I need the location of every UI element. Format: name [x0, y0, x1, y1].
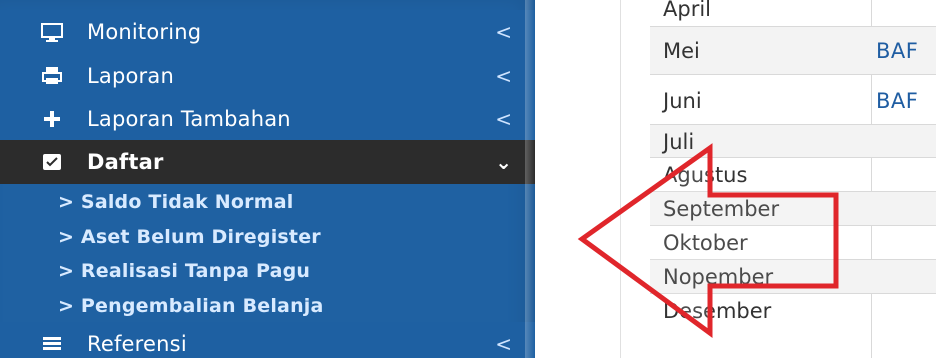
sidebar-item-label: Referensi: [87, 332, 187, 356]
submenu-item-aset-belum-diregister[interactable]: > Aset Belum Diregister: [0, 219, 535, 255]
chevron-left-icon: <: [495, 107, 512, 131]
check-square-icon-svg: [43, 154, 61, 170]
printer-icon-svg: [42, 67, 62, 84]
page: { "sidebar": { "items": [ { "label": "Mo…: [0, 0, 936, 358]
chevron-down-icon: ⌄: [495, 150, 512, 174]
table-row: Oktober: [650, 225, 936, 259]
sidebar-item-label: Monitoring: [87, 20, 202, 44]
month-table: April Mei BAF Juni BAF Juli Agustus Sept…: [620, 0, 936, 358]
table-row: September: [650, 191, 936, 225]
submenu-item-realisasi-tanpa-pagu[interactable]: > Realisasi Tanpa Pagu: [0, 253, 535, 289]
chevron-left-icon: <: [495, 64, 512, 88]
submenu-item-label: > Aset Belum Diregister: [58, 226, 321, 248]
plus-icon: [38, 97, 66, 141]
sidebar-item-label: Laporan Tambahan: [87, 107, 291, 131]
chevron-left-icon: <: [495, 20, 512, 44]
month-cell: September: [663, 197, 780, 221]
month-cell: Nopember: [663, 265, 774, 289]
document-link[interactable]: BAF: [876, 89, 918, 113]
printer-icon: [38, 54, 66, 98]
document-link[interactable]: BAF: [876, 39, 918, 63]
table-row: April: [650, 0, 936, 26]
sidebar-item-laporan[interactable]: Laporan <: [0, 54, 535, 98]
monitor-icon-svg: [41, 23, 63, 42]
submenu-item-saldo-tidak-normal[interactable]: > Saldo Tidak Normal: [0, 184, 535, 220]
submenu-item-label: > Saldo Tidak Normal: [58, 191, 294, 213]
month-cell: Oktober: [663, 231, 748, 255]
list-icon-svg: [43, 337, 61, 350]
month-cell: Desember: [663, 299, 772, 323]
table-row: Desember: [650, 293, 936, 331]
table-row: Juni BAF: [650, 74, 936, 124]
check-square-icon: [38, 140, 66, 184]
sidebar-item-referensi[interactable]: Referensi <: [0, 322, 535, 358]
month-cell: April: [663, 0, 711, 21]
submenu-item-label: > Realisasi Tanpa Pagu: [58, 260, 311, 282]
monitor-icon: [38, 10, 66, 54]
table-row: Nopember: [650, 259, 936, 293]
month-cell: Agustus: [663, 163, 748, 187]
sidebar: Monitoring < Laporan < Laporan Tambahan …: [0, 0, 535, 358]
chevron-left-icon: <: [495, 332, 512, 356]
table-row: Mei BAF: [650, 26, 936, 74]
plus-icon-svg: [44, 111, 60, 127]
month-cell: Juli: [663, 130, 695, 154]
sidebar-item-label: Laporan: [87, 64, 174, 88]
list-icon: [38, 322, 66, 358]
month-cell: Mei: [663, 39, 700, 63]
month-cell: Juni: [663, 89, 702, 113]
table-row: Agustus: [650, 157, 936, 191]
sidebar-item-daftar[interactable]: Daftar ⌄: [0, 140, 535, 184]
sidebar-item-monitoring[interactable]: Monitoring <: [0, 10, 535, 54]
sidebar-item-laporan-tambahan[interactable]: Laporan Tambahan <: [0, 97, 535, 141]
table-row: Juli: [650, 124, 936, 157]
sidebar-item-label: Daftar: [87, 150, 164, 174]
submenu-item-pengembalian-belanja[interactable]: > Pengembalian Belanja: [0, 288, 535, 324]
submenu-item-label: > Pengembalian Belanja: [58, 295, 324, 317]
